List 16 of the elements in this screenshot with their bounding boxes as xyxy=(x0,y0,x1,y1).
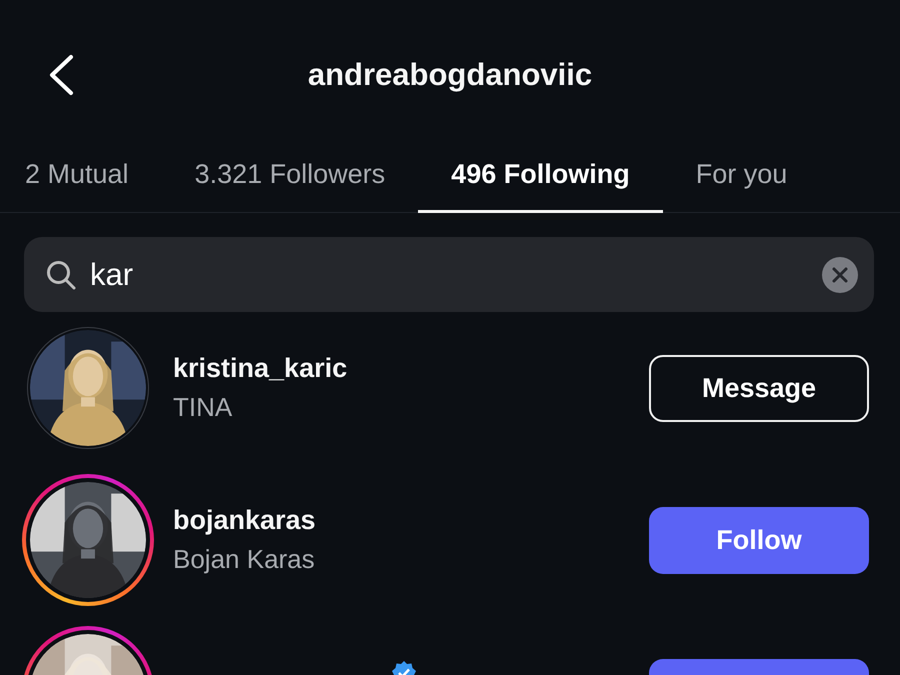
full-name: TINA xyxy=(173,392,232,423)
search-icon xyxy=(46,260,76,290)
search-bar[interactable]: kar xyxy=(24,237,874,312)
back-icon[interactable] xyxy=(48,54,74,96)
tab[interactable]: 496 Following xyxy=(418,138,663,213)
message-button[interactable]: Message xyxy=(649,354,869,422)
tab[interactable]: For you xyxy=(662,138,820,213)
tab[interactable]: 2 Mutual xyxy=(0,138,162,213)
tab[interactable]: 3.321 Followers xyxy=(162,138,418,213)
username[interactable]: bojankaras xyxy=(173,505,316,536)
follow-button[interactable]: Follow xyxy=(649,506,869,574)
clear-icon[interactable] xyxy=(822,256,858,292)
profile-username: andreabogdanoviic xyxy=(308,57,592,93)
username[interactable]: kristina_karic xyxy=(173,353,348,384)
search-field[interactable]: kar xyxy=(90,256,808,292)
full-name: Bojan Karas xyxy=(173,544,315,575)
